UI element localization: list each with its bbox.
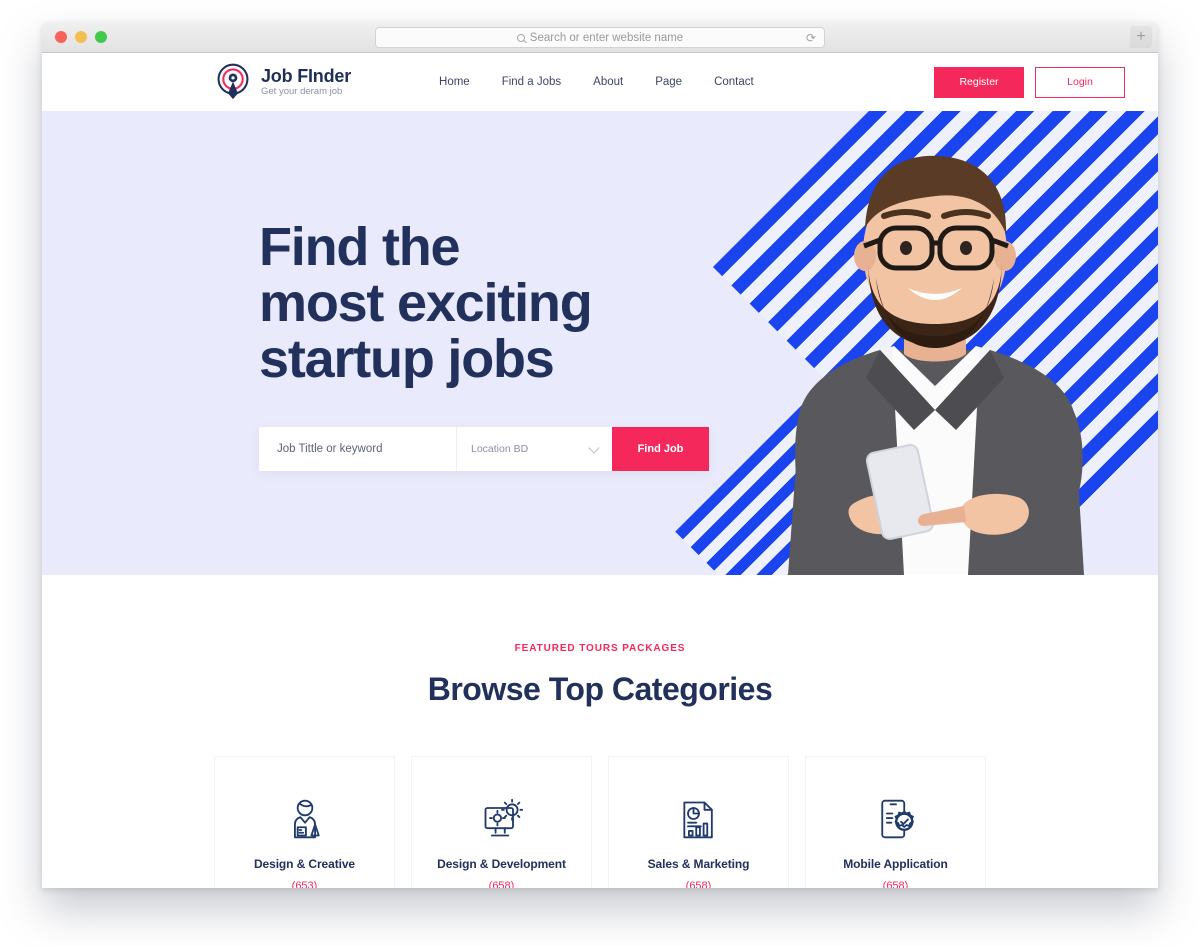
- category-label: Design & Development: [437, 857, 566, 871]
- hero-copy: Find the most exciting startup jobs: [259, 217, 593, 390]
- section-title: Browse Top Categories: [427, 671, 773, 707]
- nav-item-find-jobs[interactable]: Find a Jobs: [502, 76, 561, 88]
- section-eyebrow: FEATURED TOURS PACKAGES: [514, 643, 686, 654]
- category-count: (653): [291, 880, 318, 888]
- site-logo[interactable]: Job FInder Get your deram job: [214, 63, 351, 101]
- monitor-gear-icon: [484, 798, 523, 837]
- page-title: Find the most exciting startup jobs: [259, 217, 593, 390]
- hero-title-line-3: startup jobs: [259, 329, 555, 390]
- window-controls: [55, 31, 107, 43]
- new-tab-button[interactable]: +: [1130, 26, 1152, 48]
- hero-person-image: [788, 155, 1084, 575]
- category-label: Mobile Application: [843, 857, 948, 871]
- main-navigation: Home Find a Jobs About Page Contact: [439, 76, 754, 88]
- minimize-window-button[interactable]: [75, 31, 87, 43]
- category-card-sales-marketing[interactable]: Sales & Marketing (658): [608, 756, 789, 888]
- close-window-button[interactable]: [55, 31, 67, 43]
- categories-section: FEATURED TOURS PACKAGES Browse Top Categ…: [42, 575, 1158, 888]
- category-count: (658): [488, 880, 515, 888]
- nav-item-about[interactable]: About: [593, 76, 623, 88]
- browser-titlebar: Search or enter website name ⟳ +: [42, 22, 1158, 53]
- category-label: Design & Creative: [253, 857, 355, 871]
- location-select[interactable]: Location BD: [457, 427, 612, 471]
- brand-tagline: Get your deram job: [261, 86, 343, 98]
- job-search-bar: Job Tittle or keyword Location BD Find J…: [259, 427, 709, 471]
- find-job-button[interactable]: Find Job: [612, 427, 709, 471]
- nav-item-page[interactable]: Page: [655, 76, 682, 88]
- search-icon: [516, 33, 525, 42]
- job-keyword-input[interactable]: Job Tittle or keyword: [259, 427, 457, 471]
- login-button[interactable]: Login: [1035, 66, 1125, 98]
- category-card-design-development[interactable]: Design & Development (658): [411, 756, 592, 888]
- reload-icon[interactable]: ⟳: [806, 32, 816, 44]
- maximize-window-button[interactable]: [95, 31, 107, 43]
- mobile-gear-icon: [880, 799, 914, 839]
- category-card-design-creative[interactable]: Design & Creative (653): [214, 756, 395, 888]
- chevron-down-icon: [588, 442, 600, 454]
- categories-grid: Design & Creative (653) Design & Develop…: [42, 756, 1158, 888]
- header-actions: Register Login: [934, 66, 1125, 98]
- chart-report-icon: [682, 801, 713, 839]
- site-header: Job FInder Get your deram job Home Find …: [42, 53, 1158, 111]
- category-count: (658): [685, 880, 712, 888]
- address-bar-placeholder: Search or enter website name: [529, 31, 684, 44]
- nav-item-home[interactable]: Home: [439, 76, 470, 88]
- category-label: Sales & Marketing: [647, 857, 750, 871]
- browser-window: Search or enter website name ⟳ + Job FIn…: [42, 22, 1158, 888]
- logo-text: Job FInder Get your deram job: [261, 65, 352, 98]
- register-button[interactable]: Register: [934, 66, 1024, 98]
- address-bar[interactable]: Search or enter website name ⟳: [375, 27, 825, 48]
- hero-section: Find the most exciting startup jobs Job …: [42, 111, 1158, 575]
- hero-title-line-2: most exciting: [259, 273, 593, 334]
- brand-name: Job FInder: [261, 65, 352, 86]
- designer-person-icon: [293, 799, 320, 839]
- category-card-mobile-application[interactable]: Mobile Application (658): [805, 756, 986, 888]
- category-count: (658): [882, 880, 909, 888]
- job-finder-logo-icon: [217, 63, 249, 100]
- location-select-value: Location BD: [471, 443, 529, 455]
- nav-item-contact[interactable]: Contact: [714, 76, 754, 88]
- hero-title-line-1: Find the: [259, 217, 461, 277]
